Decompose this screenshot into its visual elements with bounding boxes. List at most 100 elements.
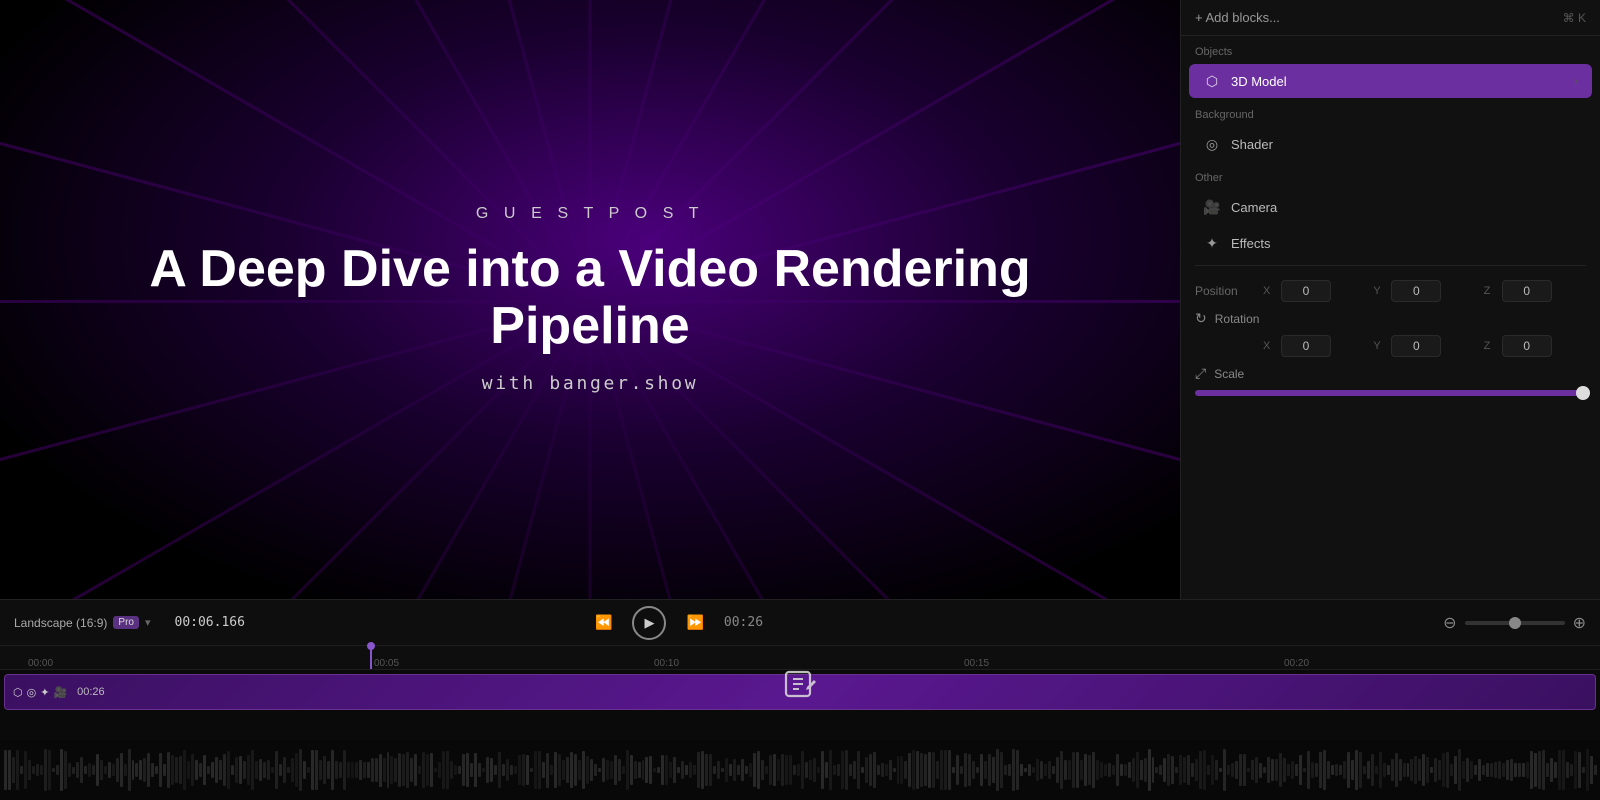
waveform-bar	[1418, 759, 1421, 781]
waveform-bar	[1171, 756, 1174, 783]
panel-item-shader[interactable]: ◎ Shader	[1189, 127, 1592, 161]
panel-item-effects[interactable]: ✦ Effects	[1189, 226, 1592, 260]
background-section-label: Background	[1181, 99, 1600, 126]
waveform-bar	[56, 765, 59, 776]
waveform-bar	[1482, 765, 1485, 775]
waveform-bar	[996, 749, 999, 791]
rotation-y-input[interactable]	[1391, 335, 1441, 357]
edit-icon-float[interactable]	[781, 670, 819, 710]
waveform-bar	[502, 764, 505, 777]
waveform-bar	[387, 752, 390, 787]
waveform-bar	[44, 749, 47, 791]
position-x-field: X	[1263, 280, 1365, 302]
forward-button[interactable]: ⏩	[682, 610, 707, 635]
waveform-bar	[598, 768, 601, 772]
waveform-bar	[570, 752, 573, 789]
waveform-bar	[793, 765, 796, 775]
position-x-input[interactable]	[1281, 280, 1331, 302]
rotation-x-field: X	[1263, 335, 1365, 357]
ruler-mark-10: 00:10	[654, 658, 679, 669]
add-blocks-button[interactable]: + Add blocks...	[1195, 10, 1280, 25]
waveform-bar	[709, 754, 712, 786]
waveform-bar	[849, 764, 852, 776]
right-panel: + Add blocks... ⌘ K Objects ⬡ 3D Model ›…	[1180, 0, 1600, 599]
3d-model-arrow: ›	[1574, 74, 1578, 88]
zoom-out-button[interactable]: ⊖	[1443, 613, 1456, 633]
waveform-bar	[924, 754, 927, 787]
waveform-bar	[331, 750, 334, 790]
waveform-bar	[1155, 767, 1158, 774]
waveform-bar	[542, 762, 545, 778]
waveform-bar	[956, 755, 959, 785]
track-icon-1: ⬡	[13, 686, 23, 699]
waveform-bar	[1112, 765, 1115, 775]
panel-item-3d-model[interactable]: ⬡ 3D Model ›	[1189, 64, 1592, 98]
zoom-slider[interactable]	[1465, 621, 1565, 625]
waveform-bar	[932, 752, 935, 788]
waveform-bar	[578, 760, 581, 779]
waveform-bar	[1498, 761, 1501, 779]
waveform-bar	[1247, 768, 1250, 773]
play-button[interactable]: ▶	[632, 606, 666, 640]
waveform-bar	[1387, 765, 1390, 776]
panel-item-camera[interactable]: 🎥 Camera	[1189, 190, 1592, 224]
waveform-bar	[1195, 759, 1198, 781]
playhead[interactable]	[370, 646, 372, 669]
waveform-bar	[72, 767, 75, 774]
waveform-bar	[1578, 752, 1581, 789]
3d-model-icon: ⬡	[1203, 72, 1221, 90]
playhead-dot	[367, 642, 375, 650]
waveform-bar	[1303, 768, 1306, 772]
waveform-area	[0, 740, 1600, 800]
zoom-in-button[interactable]: ⊕	[1573, 613, 1586, 633]
format-chevron-icon[interactable]: ▾	[145, 616, 151, 629]
waveform-bar	[853, 761, 856, 780]
waveform-bars	[0, 740, 1600, 800]
pro-badge: Pro	[113, 616, 139, 629]
position-z-input[interactable]	[1502, 280, 1552, 302]
waveform-bar	[1231, 763, 1234, 777]
waveform-bar	[554, 752, 557, 787]
waveform-bar	[733, 759, 736, 782]
waveform-bar	[247, 755, 250, 785]
rewind-button[interactable]: ⏪	[591, 610, 616, 635]
waveform-bar	[1223, 749, 1226, 791]
waveform-bar	[371, 758, 374, 781]
waveform-bar	[645, 757, 648, 784]
waveform-bar	[1526, 762, 1529, 777]
waveform-bar	[948, 750, 951, 789]
rotation-label: Rotation	[1215, 312, 1260, 326]
rotation-x-input[interactable]	[1281, 335, 1331, 357]
waveform-bar	[1167, 754, 1170, 785]
waveform-bar	[701, 751, 704, 789]
position-y-input[interactable]	[1391, 280, 1441, 302]
rotation-row: X Y Z	[1195, 335, 1586, 357]
waveform-bar	[1590, 756, 1593, 783]
waveform-bar	[231, 765, 234, 775]
waveform-bar	[279, 764, 282, 775]
waveform-bar	[1319, 752, 1322, 787]
timeline-ruler: 00:00 00:05 00:10 00:15 00:20	[0, 646, 1600, 670]
waveform-bar	[1068, 760, 1071, 779]
waveform-bar	[4, 750, 7, 791]
waveform-bar	[1219, 768, 1222, 773]
waveform-bar	[1474, 765, 1477, 776]
waveform-bar	[1299, 755, 1302, 784]
waveform-bar	[1323, 750, 1326, 790]
rotation-z-input[interactable]	[1502, 335, 1552, 357]
track-icons: ⬡ ◎ ✦ 🎥	[13, 686, 67, 699]
waveform-bar	[470, 763, 473, 776]
scale-slider[interactable]	[1195, 390, 1586, 396]
waveform-bar	[422, 752, 425, 788]
waveform-bar	[339, 762, 342, 779]
waveform-bar	[1152, 757, 1155, 784]
waveform-bar	[1442, 753, 1445, 787]
scale-icon: ⤢	[1195, 365, 1206, 382]
waveform-bar	[398, 753, 401, 787]
waveform-bar	[837, 764, 840, 776]
waveform-bar	[1287, 764, 1290, 775]
waveform-bar	[897, 756, 900, 784]
waveform-bar	[32, 766, 35, 774]
waveform-bar	[1183, 757, 1186, 783]
waveform-bar	[311, 750, 314, 789]
